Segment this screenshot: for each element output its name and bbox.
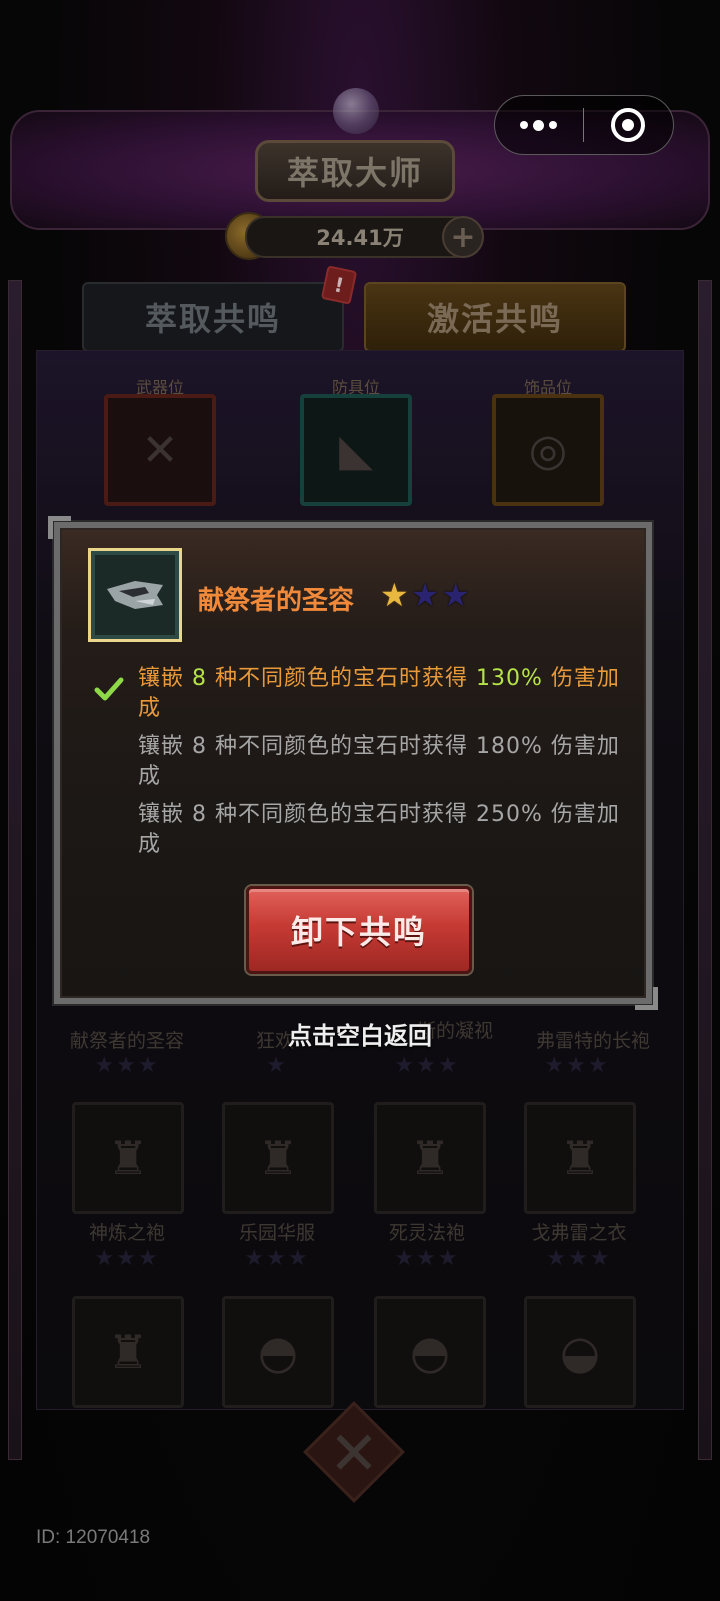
item-name: 献祭者的圣容 [198, 586, 355, 616]
star-filled-icon: ★ [380, 576, 409, 614]
unequip-resonance-button[interactable]: 卸下共鸣 [246, 886, 472, 974]
sword-icon: ✕ [141, 424, 179, 476]
tab-label: 萃取共鸣 [144, 300, 281, 338]
crystal-orb-icon [333, 88, 379, 134]
accessory-slot[interactable]: ◎ [492, 394, 604, 506]
star-rating: ★★★ [94, 1053, 160, 1078]
equipment-grid-item[interactable]: ♜ [72, 1102, 184, 1214]
star-rating: ★★★ [244, 1246, 310, 1271]
armor-icon: ♜ [559, 1131, 601, 1185]
check-icon [94, 677, 124, 701]
equipment-grid-item[interactable]: ♜ [374, 1102, 486, 1214]
frame-left [8, 280, 22, 1460]
tab-label: 激活共鸣 [426, 300, 563, 338]
mask-icon: ◣ [339, 424, 373, 476]
equipment-grid-item[interactable]: ◓ [222, 1296, 334, 1408]
ring-icon: ◎ [528, 424, 568, 476]
grid-item-name: 死灵法袍 [388, 1222, 465, 1244]
close-x-icon[interactable]: ✕ [318, 1418, 390, 1490]
miniprogram-capsule [494, 95, 674, 155]
more-dot-icon [520, 121, 529, 129]
equipment-grid-item[interactable]: ♜ [524, 1102, 636, 1214]
star-rating: ★★★ [94, 1246, 160, 1271]
add-currency-button[interactable]: + [442, 216, 484, 258]
robe-icon: ♜ [107, 1131, 149, 1185]
bonus-tier-1: 镶嵌 8 种不同颜色的宝石时获得 130% 伤害加成 [138, 666, 620, 721]
grid-item-name: 戈弗雷之衣 [531, 1222, 627, 1244]
star-rating: ★★★ [546, 1246, 612, 1271]
weapon-slot[interactable]: ✕ [104, 394, 216, 506]
currency-amount: 24.41万 [316, 226, 404, 250]
gauntlet-icon: ◒ [559, 1325, 601, 1379]
equipment-grid-item[interactable]: ◓ [374, 1296, 486, 1408]
bonus-tier-2: 镶嵌 8 种不同颜色的宝石时获得 180% 伤害加成 [138, 734, 620, 789]
star-empty-icon: ★ [410, 576, 440, 614]
tap-blank-to-return-hint[interactable]: 点击空白返回 [0, 1016, 720, 1051]
armor-slot[interactable]: ◣ [300, 394, 412, 506]
star-rating: ★★★ [544, 1053, 610, 1078]
frame-right [698, 280, 712, 1460]
star-empty-icon: ★ [441, 576, 471, 614]
more-dot-icon [533, 119, 545, 131]
mask-icon [107, 581, 163, 609]
star-rating: ★★★ [394, 1246, 460, 1271]
tab-activate-resonance[interactable]: 激活共鸣 [364, 282, 626, 352]
equipment-grid-item[interactable]: ♜ [72, 1296, 184, 1408]
tab-extract-resonance[interactable]: 萃取共鸣 [82, 282, 344, 352]
more-options-button[interactable] [495, 96, 583, 154]
grid-item-name: 乐园华服 [238, 1222, 315, 1244]
close-miniprogram-button[interactable] [584, 96, 674, 154]
more-dot-icon [549, 121, 558, 129]
bonus-tier-3: 镶嵌 8 种不同颜色的宝石时获得 250% 伤害加成 [138, 802, 620, 857]
equipment-grid-item[interactable]: ◒ [524, 1296, 636, 1408]
target-icon [611, 108, 646, 142]
resonance-detail-dialog: 献祭者的圣容 ★ ★ ★ 镶嵌 8 种不同颜色的宝石时获得 130% 伤害加成 … [48, 516, 658, 1010]
star-rating: ★ ★ ★ [380, 578, 470, 612]
helmet-icon: ◓ [409, 1325, 451, 1379]
helmet-icon: ◓ [257, 1325, 299, 1379]
star-rating: ★ [266, 1053, 288, 1078]
robe-icon: ♜ [409, 1131, 451, 1185]
page-title: 萃取大师 [255, 140, 455, 202]
equipment-grid-item[interactable]: ♜ [222, 1102, 334, 1214]
grid-item-name: 神炼之袍 [88, 1222, 165, 1244]
page-title-text: 萃取大师 [286, 154, 423, 192]
item-icon [88, 548, 182, 642]
unequip-button-label: 卸下共鸣 [290, 913, 427, 951]
robe-icon: ♜ [257, 1131, 299, 1185]
player-id: ID: 12070418 [36, 1527, 151, 1548]
currency-display: 24.41万 [245, 216, 475, 258]
cloak-icon: ♜ [107, 1325, 149, 1379]
star-rating: ★★★ [394, 1053, 460, 1078]
